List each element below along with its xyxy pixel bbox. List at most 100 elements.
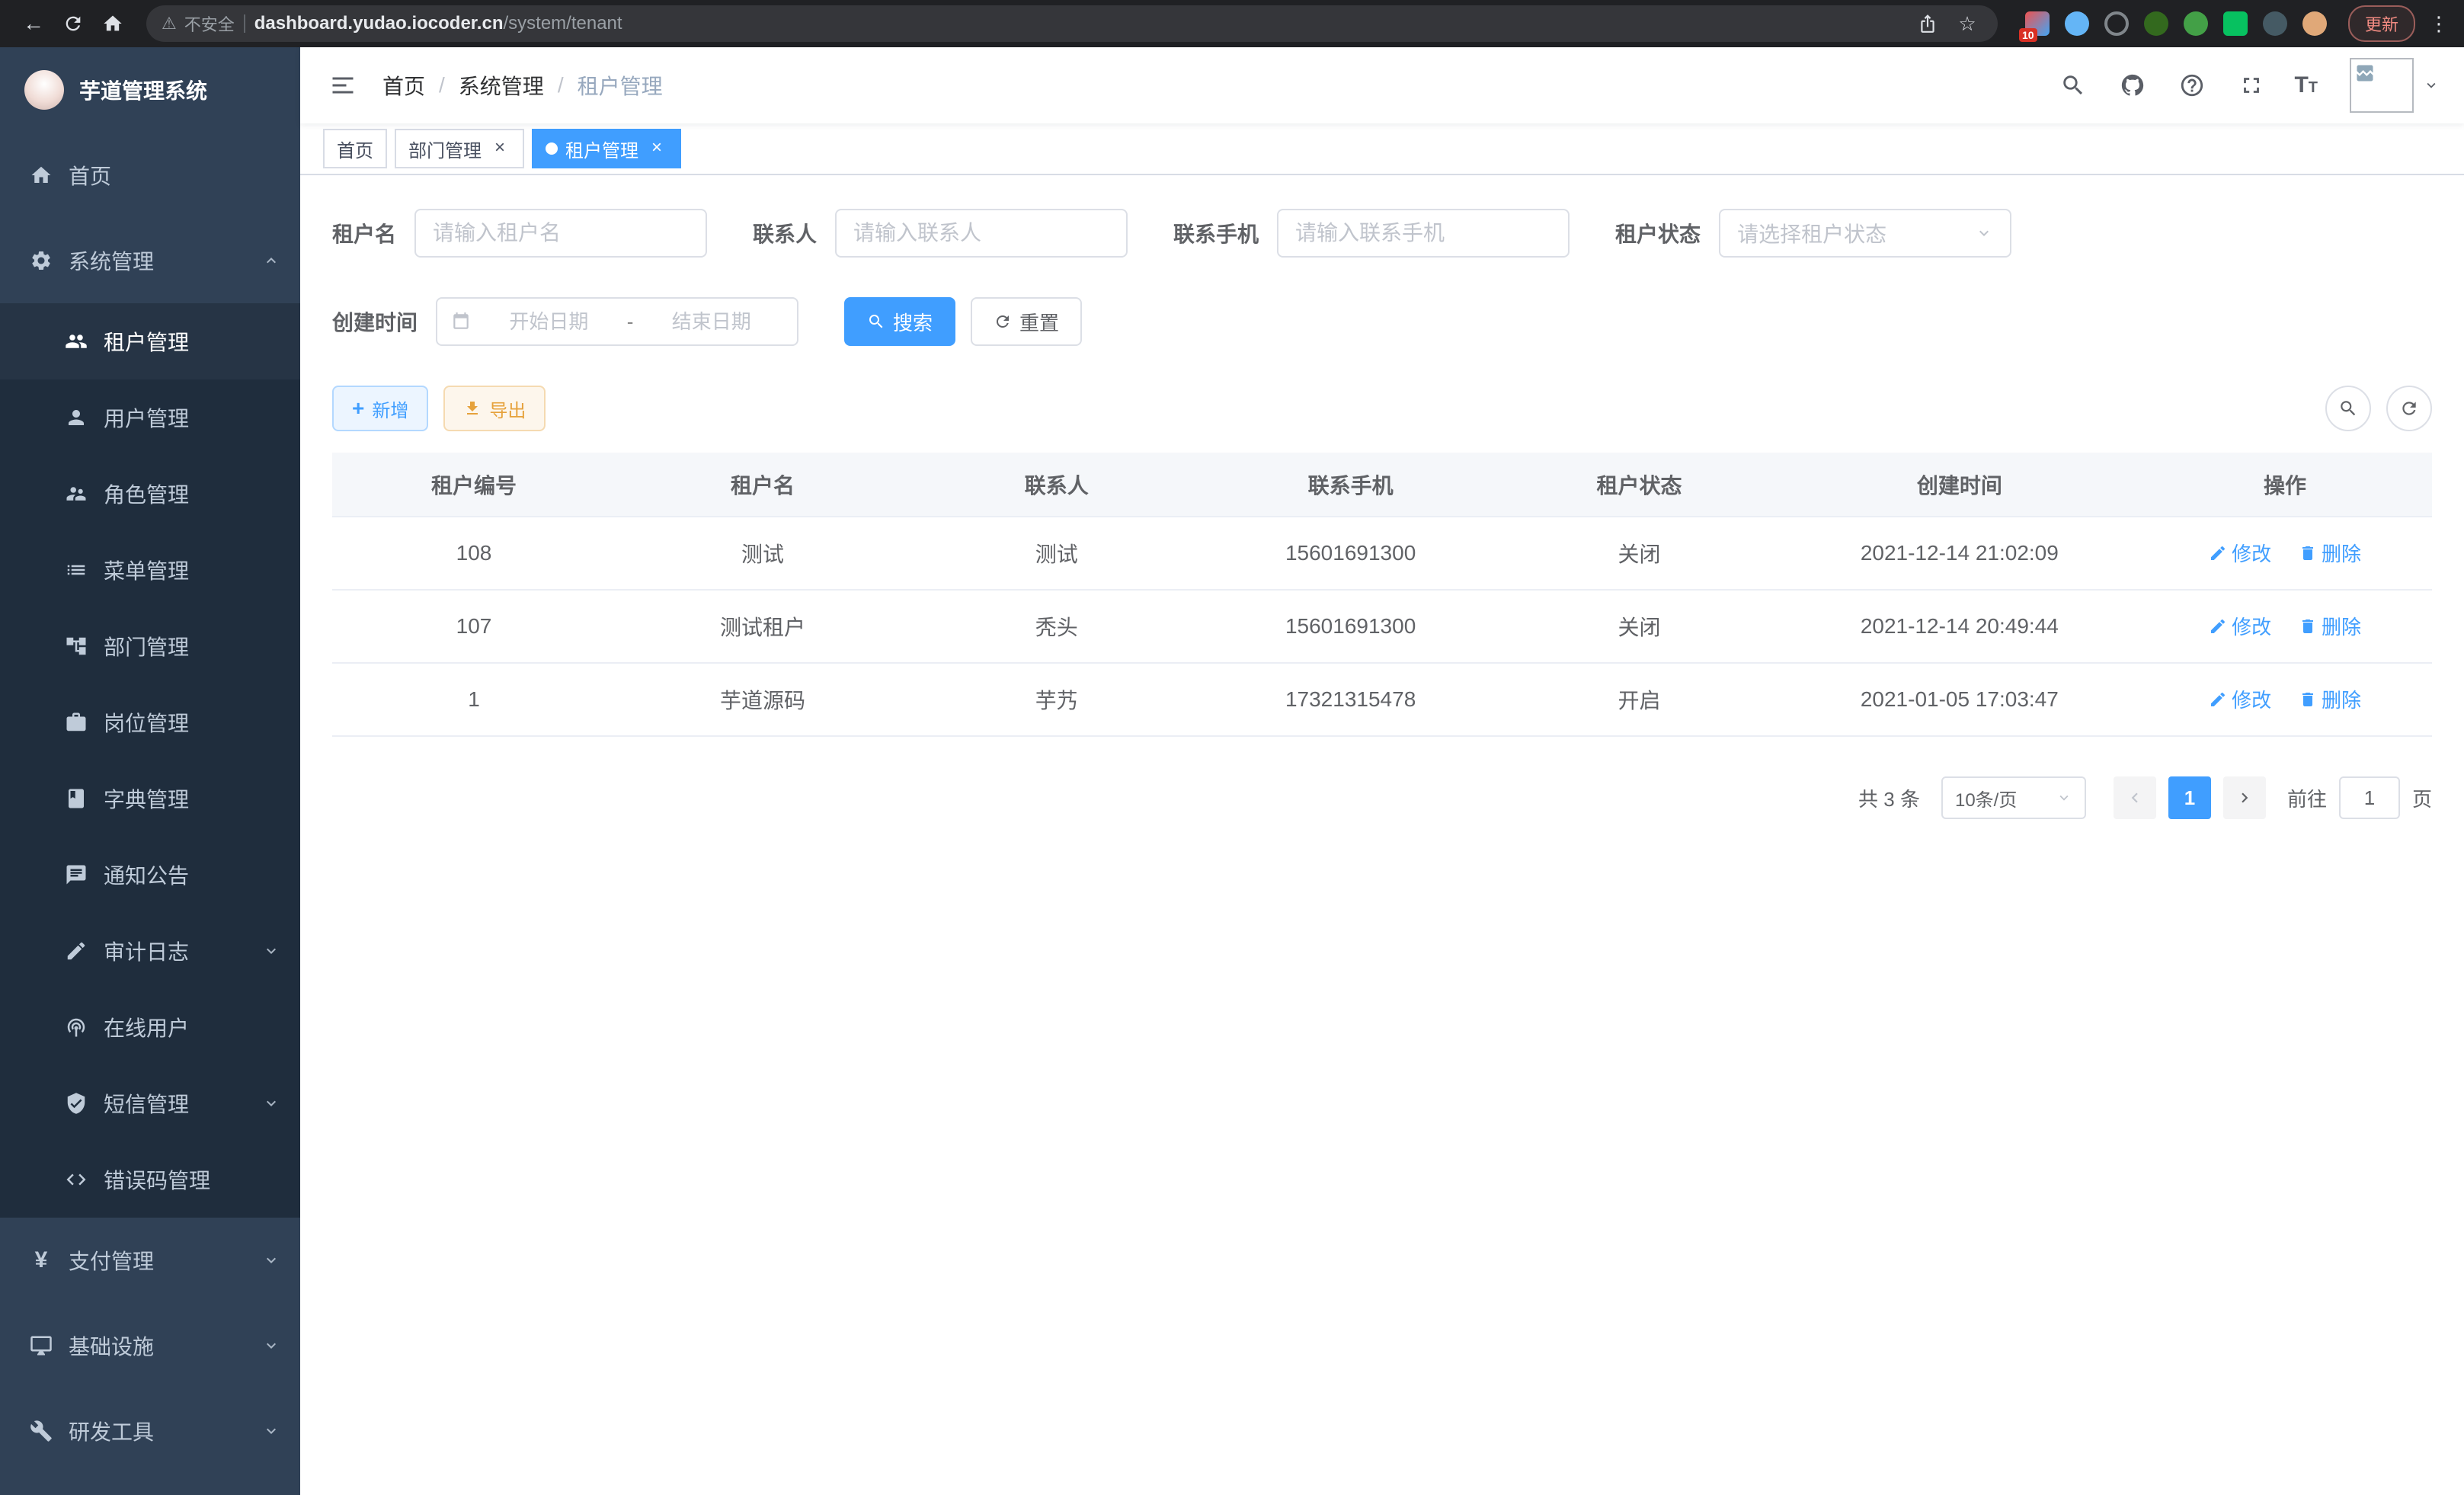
sidebar-item-audit-log[interactable]: 审计日志	[0, 913, 300, 989]
add-button[interactable]: + 新增	[332, 386, 428, 431]
browser-profile-icon[interactable]	[2302, 11, 2327, 36]
sidebar-item-label: 用户管理	[104, 402, 189, 433]
sidebar-item-menu[interactable]: 菜单管理	[0, 532, 300, 608]
github-icon[interactable]	[2116, 69, 2149, 102]
sidebar-item-system[interactable]: 系统管理	[0, 218, 300, 303]
help-icon[interactable]	[2175, 69, 2209, 102]
created-cell: 2021-12-14 20:49:44	[1781, 590, 2139, 663]
bookmark-star-icon[interactable]: ☆	[1952, 8, 1982, 39]
sidebar-item-dict[interactable]: 字典管理	[0, 760, 300, 837]
sidebar-item-error-code[interactable]: 错误码管理	[0, 1141, 300, 1218]
sidebar-item-label: 审计日志	[104, 936, 189, 966]
share-icon[interactable]	[1912, 8, 1943, 39]
reload-button[interactable]	[55, 5, 91, 42]
chevron-down-icon[interactable]	[2423, 77, 2440, 94]
contact-input[interactable]	[835, 209, 1128, 258]
sidebar-item-dept[interactable]: 部门管理	[0, 608, 300, 684]
sidebar-item-post[interactable]: 岗位管理	[0, 684, 300, 760]
extension-icon[interactable]	[2104, 11, 2129, 36]
extension-icon[interactable]	[2223, 11, 2248, 36]
tenant-name-input[interactable]	[414, 209, 707, 258]
update-button[interactable]: 更新	[2348, 5, 2415, 42]
tab-label: 首页	[337, 136, 373, 162]
sidebar-item-user[interactable]: 用户管理	[0, 379, 300, 456]
sidebar-item-sms[interactable]: 短信管理	[0, 1065, 300, 1141]
breadcrumb-item[interactable]: 系统管理	[459, 70, 544, 101]
sidebar-item-label: 支付管理	[69, 1245, 154, 1276]
sidebar-item-label: 部门管理	[104, 631, 189, 661]
delete-button[interactable]: 删除	[2299, 539, 2361, 567]
sidebar-item-infra[interactable]: 基础设施	[0, 1303, 300, 1388]
font-size-icon[interactable]: T T	[2294, 72, 2318, 98]
tenant-name-cell: 测试	[616, 517, 910, 590]
status-select[interactable]: 请选择租户状态	[1719, 209, 2011, 258]
address-bar[interactable]: ⚠ 不安全 dashboard.yudao.iocoder.cn/system/…	[146, 5, 1998, 42]
sidebar-item-online-user[interactable]: 在线用户	[0, 989, 300, 1065]
tab-tenant[interactable]: 租户管理 ×	[532, 129, 681, 168]
refresh-icon	[994, 312, 1012, 331]
sidebar-item-home[interactable]: 首页	[0, 133, 300, 218]
delete-button[interactable]: 删除	[2299, 612, 2361, 640]
fullscreen-icon[interactable]	[2235, 69, 2268, 102]
page-size-select[interactable]: 10条/页	[1941, 776, 2086, 819]
code-icon	[64, 1167, 88, 1192]
extension-icon[interactable]	[2065, 11, 2089, 36]
edit-button[interactable]: 修改	[2209, 539, 2271, 567]
home-icon	[29, 163, 53, 187]
table-header-row: 租户编号 租户名 联系人 联系手机 租户状态 创建时间 操作	[332, 453, 2432, 517]
extension-icon[interactable]: 10	[2025, 11, 2050, 36]
breadcrumb-item[interactable]: 首页	[382, 70, 425, 101]
pencil-icon	[2209, 617, 2227, 635]
close-icon[interactable]: ×	[489, 138, 510, 159]
header-search-icon[interactable]	[2056, 69, 2090, 102]
font-size-large-glyph: T	[2294, 72, 2308, 98]
reset-button[interactable]: 重置	[971, 297, 1082, 346]
goto-page-input[interactable]	[2339, 776, 2400, 819]
prev-page-button[interactable]	[2114, 776, 2156, 819]
app-logo[interactable]: 芋道管理系统	[0, 47, 300, 133]
sidebar-item-devtools[interactable]: 研发工具	[0, 1388, 300, 1474]
edit-button[interactable]: 修改	[2209, 685, 2271, 713]
extensions-area: 10	[2025, 11, 2327, 36]
warning-icon: ⚠	[162, 14, 177, 34]
export-button[interactable]: 导出	[443, 386, 546, 431]
end-date-input[interactable]	[639, 310, 783, 334]
delete-button[interactable]: 删除	[2299, 685, 2361, 713]
refresh-table-button[interactable]	[2386, 386, 2432, 431]
browser-menu-icon[interactable]: ⋮	[2429, 12, 2449, 36]
tab-dept[interactable]: 部门管理 ×	[395, 129, 524, 168]
search-button[interactable]: 搜索	[844, 297, 955, 346]
contact-cell: 芋艿	[910, 663, 1204, 736]
close-icon[interactable]: ×	[646, 138, 667, 159]
sidebar-item-payment[interactable]: ¥ 支付管理	[0, 1218, 300, 1303]
sidebar-collapse-icon[interactable]	[325, 67, 361, 104]
page-number-button[interactable]: 1	[2168, 776, 2211, 819]
created-cell: 2021-12-14 21:02:09	[1781, 517, 2139, 590]
chevron-down-icon	[262, 942, 280, 960]
back-button[interactable]: ←	[15, 5, 52, 42]
security-label[interactable]: 不安全	[184, 11, 235, 36]
home-button[interactable]	[94, 5, 131, 42]
phone-input[interactable]	[1277, 209, 1570, 258]
edit-button[interactable]: 修改	[2209, 612, 2271, 640]
date-range-picker[interactable]: -	[436, 297, 798, 346]
user-avatar[interactable]	[2350, 58, 2440, 113]
start-date-input[interactable]	[477, 310, 621, 334]
message-icon	[64, 863, 88, 887]
sidebar-item-notice[interactable]: 通知公告	[0, 837, 300, 913]
extension-icon[interactable]	[2144, 11, 2168, 36]
column-header: 联系人	[910, 453, 1204, 517]
contact-label: 联系人	[753, 218, 817, 248]
sidebar-item-tenant[interactable]: 租户管理	[0, 303, 300, 379]
column-header: 创建时间	[1781, 453, 2139, 517]
extension-icon[interactable]	[2184, 11, 2208, 36]
toggle-search-button[interactable]	[2325, 386, 2371, 431]
user-icon	[64, 405, 88, 430]
extension-icon[interactable]	[2263, 11, 2287, 36]
next-page-button[interactable]	[2223, 776, 2266, 819]
trash-icon	[2299, 544, 2317, 562]
tab-home[interactable]: 首页	[323, 129, 387, 168]
tab-label: 租户管理	[565, 136, 638, 162]
sidebar-item-role[interactable]: 角色管理	[0, 456, 300, 532]
status-cell: 开启	[1498, 663, 1781, 736]
